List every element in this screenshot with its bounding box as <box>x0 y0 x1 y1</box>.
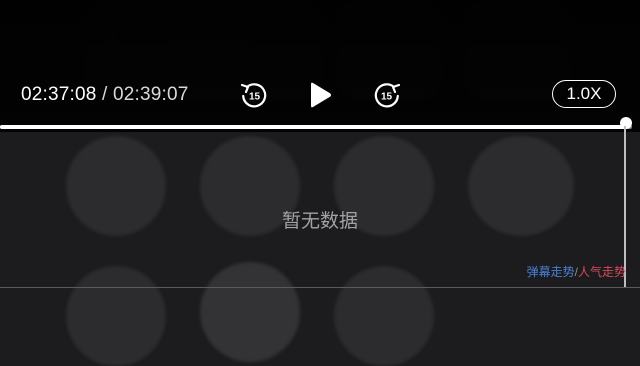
legend-popularity[interactable]: 人气走势 <box>578 265 626 279</box>
play-icon <box>311 82 331 108</box>
battery-tile <box>200 262 300 362</box>
forward-label: 15 <box>381 92 393 103</box>
player-controls-bar <box>0 0 640 132</box>
forward-15-button[interactable]: 15 <box>370 78 404 112</box>
remote-tile <box>334 266 434 366</box>
qr-tile <box>66 266 166 366</box>
total-time: 02:39:07 <box>113 84 189 105</box>
empty-state-text: 暂无数据 <box>281 211 358 232</box>
current-time: 02:37:08 <box>21 84 97 105</box>
rewind-15-button[interactable]: 15 <box>237 78 271 112</box>
legend-danmu[interactable]: 弹幕走势 <box>527 265 575 279</box>
rewind-15-icon: 15 <box>240 83 267 108</box>
playback-rate-button[interactable]: 1.0X <box>552 80 616 108</box>
time-display: 02:37:08 / 02:39:07 <box>21 84 189 106</box>
chart-legend: 弹幕走势/人气走势 <box>527 263 626 280</box>
rewind-label: 15 <box>249 92 261 103</box>
forward-15-icon: 15 <box>374 83 401 108</box>
chart-baseline <box>0 287 640 288</box>
progress-bar[interactable] <box>0 125 632 129</box>
time-separator: / <box>96 84 113 105</box>
progress-fill <box>0 125 626 129</box>
progress-knob[interactable] <box>620 117 632 129</box>
play-button[interactable] <box>302 78 336 112</box>
